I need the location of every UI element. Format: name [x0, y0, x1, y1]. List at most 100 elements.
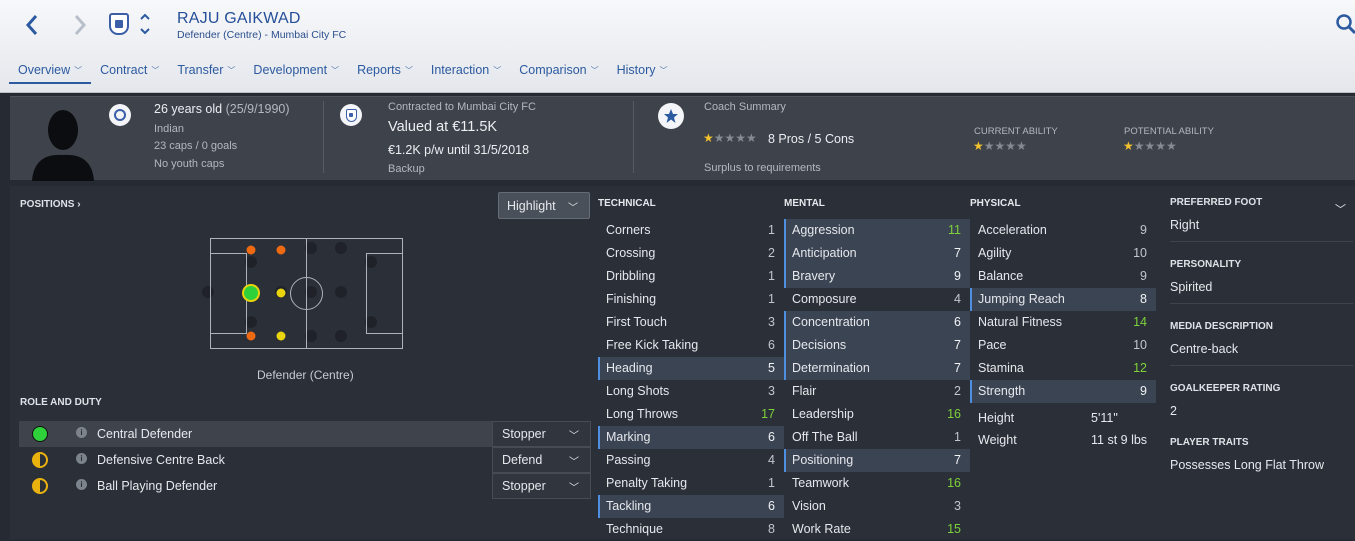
info-value: Possesses Long Flat Throw — [1170, 458, 1325, 472]
attribute-row[interactable]: Balance 9 — [970, 265, 1156, 288]
duty-dropdown[interactable]: Defend ﹀ — [492, 447, 591, 473]
attribute-value: 4 — [768, 453, 775, 467]
attribute-row[interactable]: Stamina 12 — [970, 357, 1156, 380]
attribute-row[interactable]: Dribbling 1 — [598, 265, 784, 288]
attribute-row[interactable]: Penalty Taking 1 — [598, 472, 784, 495]
info-icon[interactable]: i — [76, 479, 87, 490]
attribute-row[interactable]: Strength 9 — [970, 380, 1156, 403]
pros-cons[interactable]: 8 Pros / 5 Cons — [768, 132, 854, 146]
attribute-row[interactable]: Marking 6 — [598, 426, 784, 449]
duty-label: Stopper — [502, 479, 546, 493]
role-name: Ball Playing Defender — [97, 479, 218, 493]
attribute-row[interactable]: Corners 1 — [598, 219, 784, 242]
info-icon[interactable]: i — [76, 427, 87, 438]
positions-link[interactable]: POSITIONS › — [20, 199, 81, 210]
attribute-row[interactable]: Leadership 16 — [784, 403, 970, 426]
info-icon[interactable]: i — [76, 453, 87, 464]
attribute-value: 8 — [768, 522, 775, 536]
duty-dropdown[interactable]: Stopper ﹀ — [492, 473, 591, 499]
back-button[interactable] — [19, 10, 45, 40]
tab-history[interactable]: History ﹀ — [608, 60, 677, 84]
attribute-row[interactable]: Vision 3 — [784, 495, 970, 518]
attribute-value: 10 — [1133, 338, 1147, 352]
surplus-note: Surplus to requirements — [704, 162, 821, 174]
tab-transfer[interactable]: Transfer ﹀ — [168, 60, 244, 84]
attribute-row[interactable]: Anticipation 7 — [784, 242, 970, 265]
attribute-value: 11 — [948, 223, 961, 237]
tab-contract[interactable]: Contract ﹀ — [91, 60, 168, 84]
attribute-name: Composure — [792, 292, 857, 306]
player-name: RAJU GAIKWAD — [177, 10, 301, 27]
attribute-row[interactable]: Free Kick Taking 6 — [598, 334, 784, 357]
attribute-row[interactable]: Heading 5 — [598, 357, 784, 380]
club-crest-icon[interactable] — [109, 13, 129, 35]
attribute-name: Flair — [792, 384, 817, 398]
info-goalkeeper-rating: GOALKEEPER RATING 2 — [1170, 383, 1353, 418]
info-media-description: MEDIA DESCRIPTION Centre-back — [1170, 321, 1353, 366]
tab-overview[interactable]: Overview ﹀ — [9, 60, 92, 84]
attribute-value: 15 — [947, 522, 961, 536]
weight-row: Weight 11 st 9 lbs — [970, 433, 1156, 455]
tab-reports[interactable]: Reports ﹀ — [348, 60, 422, 84]
attribute-row[interactable]: Crossing 2 — [598, 242, 784, 265]
attribute-value: 6 — [768, 338, 775, 352]
attribute-value: 12 — [1133, 361, 1147, 375]
tab-interaction[interactable]: Interaction ﹀ — [422, 60, 510, 84]
tab-label: Overview — [18, 63, 71, 77]
attribute-row[interactable]: Technique 8 — [598, 518, 784, 541]
coach-summary-label: Coach Summary — [704, 101, 786, 113]
highlight-dropdown[interactable]: Highlight ﹀ — [498, 192, 590, 219]
attribute-name: Positioning — [792, 453, 854, 467]
attribute-row[interactable]: Positioning 7 — [784, 449, 970, 472]
attribute-row[interactable]: Off The Ball 1 — [784, 426, 970, 449]
attribute-row[interactable]: Long Throws 17 — [598, 403, 784, 426]
chevron-right-icon: › — [77, 199, 81, 210]
chevron-down-icon: ﹀ — [590, 66, 599, 75]
attribute-row[interactable]: Teamwork 16 — [784, 472, 970, 495]
attribute-name: Acceleration — [978, 223, 1047, 237]
role-row[interactable]: i Central Defender — [19, 421, 492, 447]
attribute-row[interactable]: Natural Fitness 14 — [970, 311, 1156, 334]
attribute-row[interactable]: Jumping Reach 8 — [970, 288, 1156, 311]
club-badge-icon[interactable] — [340, 104, 362, 126]
info-label: PLAYER TRAITS — [1170, 437, 1249, 448]
attribute-value: 1 — [768, 269, 775, 283]
chevron-down-icon: ﹀ — [331, 66, 340, 75]
attribute-row[interactable]: Decisions 7 — [784, 334, 970, 357]
attribute-row[interactable]: Agility 10 — [970, 242, 1156, 265]
attribute-row[interactable]: Work Rate 15 — [784, 518, 970, 541]
info-label: MEDIA DESCRIPTION — [1170, 321, 1273, 332]
tab-label: Transfer — [177, 63, 224, 77]
attribute-row[interactable]: Determination 7 — [784, 357, 970, 380]
duty-dropdown[interactable]: Stopper ﹀ — [492, 421, 591, 447]
search-button[interactable] — [1335, 12, 1355, 41]
nation-flag-icon[interactable] — [109, 104, 131, 126]
attribute-row[interactable]: Tackling 6 — [598, 495, 784, 518]
weight-value: 11 st 9 lbs — [1091, 433, 1148, 447]
attribute-name: Strength — [978, 384, 1026, 398]
attribute-row[interactable]: Acceleration 9 — [970, 219, 1156, 242]
attribute-row[interactable]: Aggression 11 — [784, 219, 970, 242]
role-row[interactable]: i Defensive Centre Back — [19, 447, 492, 473]
attribute-row[interactable]: Finishing 1 — [598, 288, 784, 311]
attribute-row[interactable]: Pace 10 — [970, 334, 1156, 357]
tab-comparison[interactable]: Comparison ﹀ — [510, 60, 607, 84]
role-row[interactable]: i Ball Playing Defender — [19, 473, 492, 499]
attribute-row[interactable]: Flair 2 — [784, 380, 970, 403]
attribute-row[interactable]: First Touch 3 — [598, 311, 784, 334]
tab-development[interactable]: Development ﹀ — [244, 60, 348, 84]
attribute-row[interactable]: Composure 4 — [784, 288, 970, 311]
attribute-name: Leadership — [792, 407, 854, 421]
attribute-name: Free Kick Taking — [606, 338, 699, 352]
tab-label: Interaction — [430, 63, 490, 77]
player-cycle-arrows[interactable] — [138, 11, 152, 42]
mental-header: MENTAL — [784, 198, 825, 209]
attribute-row[interactable]: Passing 4 — [598, 449, 784, 472]
attribute-name: Penalty Taking — [606, 476, 688, 490]
coach-report-icon[interactable] — [658, 103, 684, 129]
attribute-row[interactable]: Long Shots 3 — [598, 380, 784, 403]
forward-button[interactable] — [67, 10, 93, 40]
attribute-row[interactable]: Concentration 6 — [784, 311, 970, 334]
attribute-row[interactable]: Bravery 9 — [784, 265, 970, 288]
height-label: Height — [978, 411, 1015, 425]
